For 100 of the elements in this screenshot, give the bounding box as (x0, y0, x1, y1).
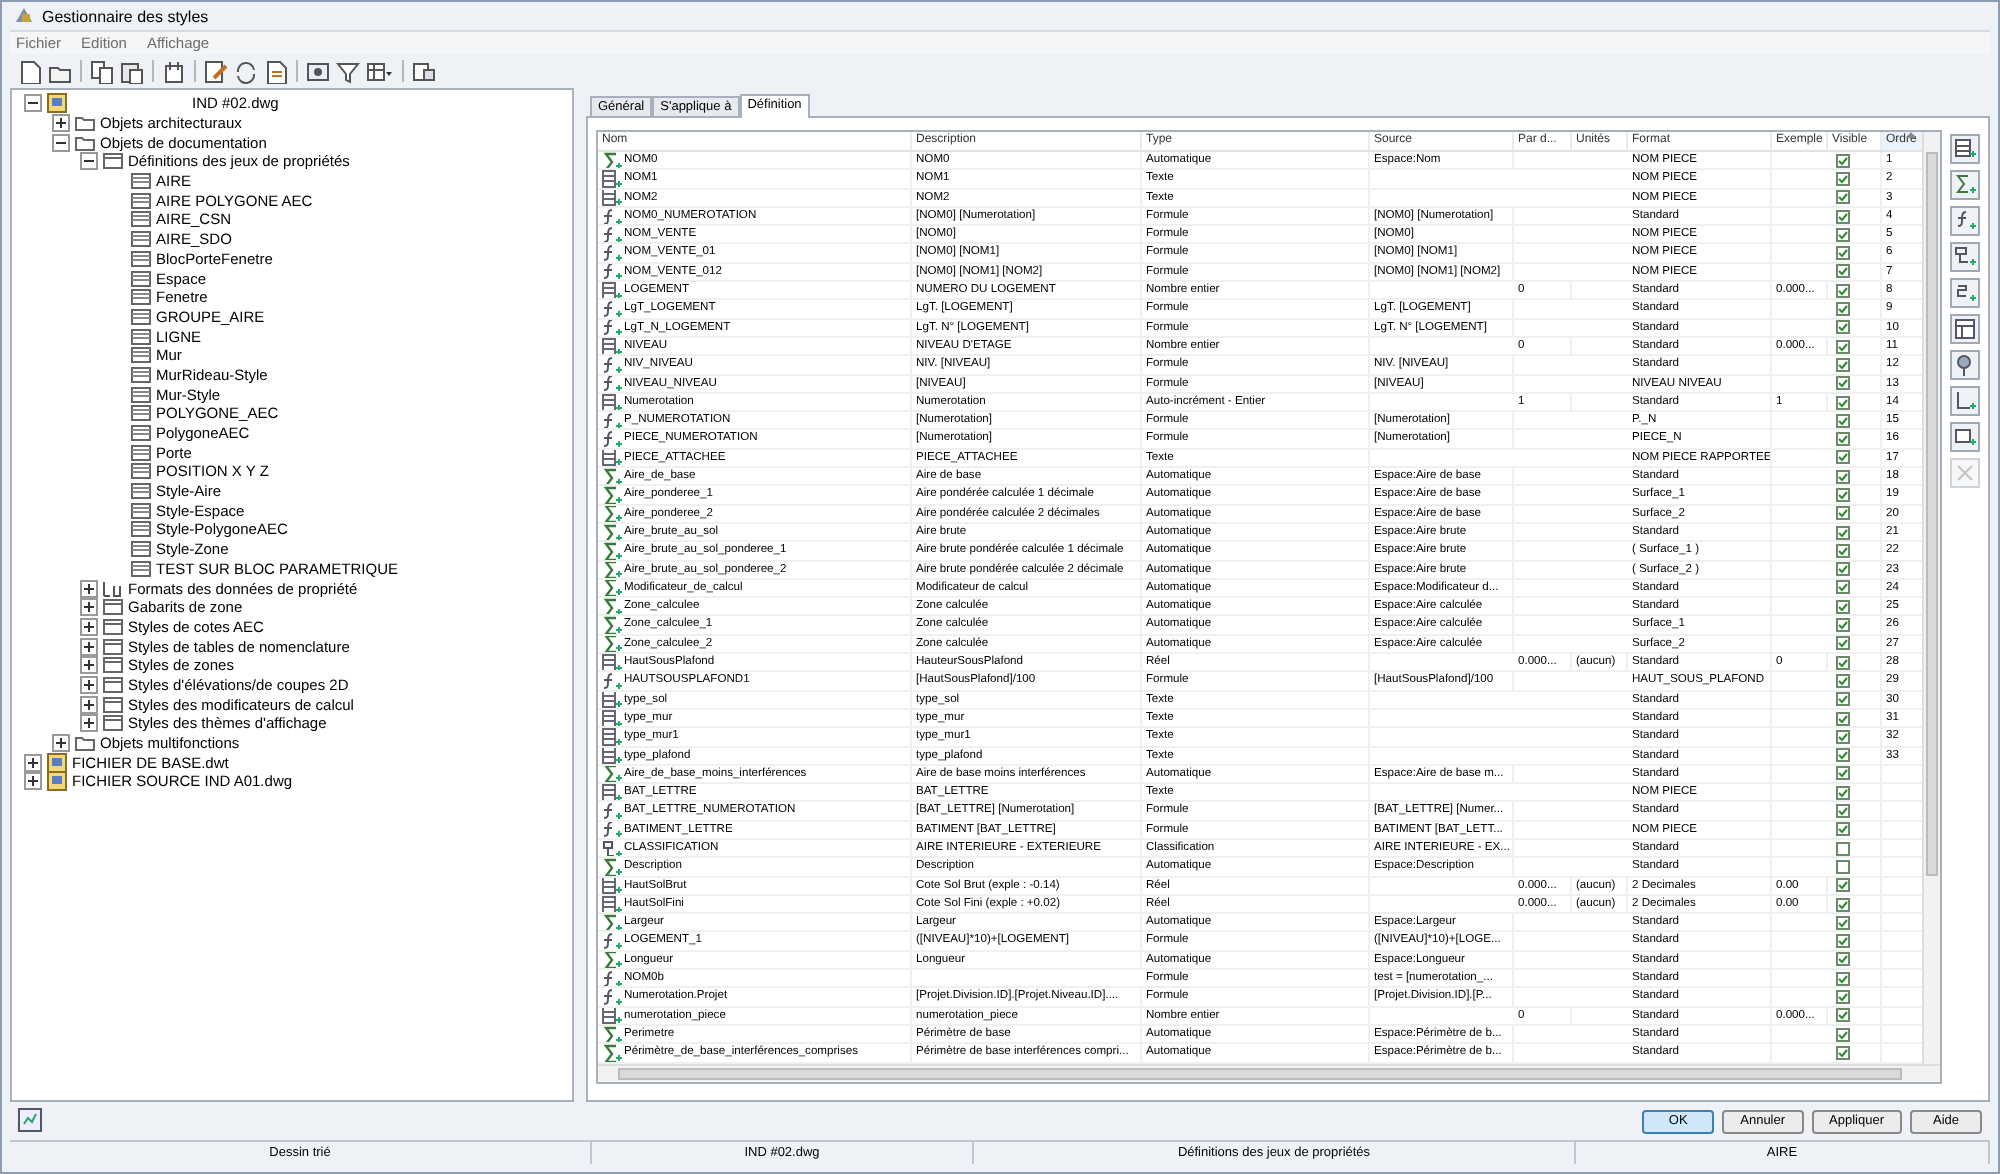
expand-icon[interactable] (80, 695, 98, 714)
checkbox[interactable] (1836, 841, 1850, 856)
document-icon[interactable] (264, 59, 288, 83)
add-formula-icon[interactable] (1950, 206, 1980, 236)
checkbox[interactable] (1836, 562, 1850, 577)
expand-icon[interactable] (24, 772, 42, 791)
checkbox[interactable] (1836, 320, 1850, 335)
formula-icon (602, 375, 622, 392)
filter-icon[interactable] (336, 59, 360, 83)
sync-icon[interactable] (234, 59, 258, 83)
expand-icon[interactable] (80, 714, 98, 733)
checkbox[interactable] (1836, 395, 1850, 409)
checkbox[interactable] (1836, 599, 1850, 614)
checkbox[interactable] (1836, 209, 1850, 224)
checkbox[interactable] (1836, 971, 1850, 986)
expand-icon[interactable] (80, 656, 98, 675)
table-icon (602, 449, 622, 467)
collapse-icon[interactable] (80, 152, 98, 171)
checkbox[interactable] (1836, 636, 1850, 651)
table-icon (102, 673, 124, 696)
view-icon[interactable] (306, 59, 330, 83)
checkbox[interactable] (1836, 785, 1850, 800)
collapse-icon[interactable] (24, 94, 42, 113)
expand-icon[interactable] (24, 753, 42, 772)
add-number-icon[interactable] (1950, 278, 1980, 308)
checkbox[interactable] (1836, 804, 1850, 819)
checkbox[interactable] (1836, 990, 1850, 1004)
table-icon (130, 170, 152, 193)
add-table-icon[interactable] (1950, 134, 1980, 164)
table-icon (130, 325, 152, 348)
checkbox[interactable] (1836, 525, 1850, 540)
checkbox[interactable] (1836, 859, 1850, 874)
properties-icon[interactable] (412, 59, 436, 83)
checkbox[interactable] (1836, 543, 1850, 558)
checkbox[interactable] (1836, 878, 1850, 893)
checkbox[interactable] (1836, 227, 1850, 242)
add-graphic-icon[interactable] (1950, 386, 1980, 416)
checkbox[interactable] (1836, 897, 1850, 912)
checkbox[interactable] (1836, 450, 1850, 465)
checkbox[interactable] (1836, 1027, 1850, 1042)
checkbox[interactable] (1836, 766, 1850, 781)
expand-icon[interactable] (52, 114, 70, 133)
checkbox[interactable] (1836, 190, 1850, 205)
checkbox[interactable] (1836, 171, 1850, 186)
table-icon (130, 518, 152, 541)
expand-icon[interactable] (80, 675, 98, 694)
view-mode-icon[interactable] (366, 59, 394, 83)
window-title: Gestionnaire des styles (42, 7, 209, 25)
checkbox[interactable] (1836, 822, 1850, 837)
add-classification-icon[interactable] (1950, 242, 1980, 272)
checkbox[interactable] (1836, 655, 1850, 670)
paste-icon[interactable] (120, 59, 144, 83)
drawing-icon (46, 751, 68, 774)
checkbox[interactable] (1836, 934, 1850, 949)
checkbox[interactable] (1836, 283, 1850, 298)
checkbox[interactable] (1836, 246, 1850, 261)
checkbox[interactable] (1836, 711, 1850, 726)
checkbox[interactable] (1836, 376, 1850, 391)
checkbox[interactable] (1836, 469, 1850, 484)
checkbox[interactable] (1836, 357, 1850, 372)
expand-icon[interactable] (80, 579, 98, 598)
checkbox[interactable] (1836, 302, 1850, 317)
checkbox[interactable] (1836, 487, 1850, 502)
expand-icon[interactable] (80, 617, 98, 636)
table-icon (130, 383, 152, 406)
formula-icon (602, 412, 622, 429)
checkbox[interactable] (1836, 952, 1850, 967)
add-pin-icon[interactable] (1950, 350, 1980, 380)
checkbox[interactable] (1836, 153, 1850, 168)
checkbox[interactable] (1836, 673, 1850, 688)
checkbox[interactable] (1836, 915, 1850, 930)
preview-icon[interactable] (18, 1107, 42, 1131)
scroll-bar[interactable] (1922, 132, 1940, 1064)
expand-icon[interactable] (52, 734, 70, 753)
checkbox[interactable] (1836, 580, 1850, 595)
edit-icon[interactable] (204, 59, 228, 83)
expand-icon[interactable] (80, 637, 98, 656)
checkbox[interactable] (1836, 413, 1850, 428)
expand-icon[interactable] (80, 598, 98, 617)
scroll-bar[interactable] (598, 1064, 1940, 1082)
table-icon (602, 877, 622, 894)
checkbox[interactable] (1836, 264, 1850, 279)
collapse-icon[interactable] (52, 133, 70, 152)
add-sigma-icon[interactable] (1950, 170, 1980, 200)
add-material-icon[interactable] (1950, 422, 1980, 452)
checkbox[interactable] (1836, 339, 1850, 354)
checkbox[interactable] (1836, 1008, 1850, 1023)
checkbox[interactable] (1836, 618, 1850, 633)
add-grid-icon[interactable] (1950, 314, 1980, 344)
formula-icon (602, 226, 622, 243)
checkbox[interactable] (1836, 506, 1850, 521)
copy-icon[interactable] (90, 59, 114, 83)
checkbox[interactable] (1836, 432, 1850, 447)
checkbox[interactable] (1836, 1045, 1850, 1060)
checkbox[interactable] (1836, 748, 1850, 763)
checkbox[interactable] (1836, 729, 1850, 744)
table-icon (130, 480, 152, 503)
formula-icon (602, 356, 622, 374)
checkbox[interactable] (1836, 692, 1850, 707)
new-file-icon[interactable] (18, 59, 42, 83)
